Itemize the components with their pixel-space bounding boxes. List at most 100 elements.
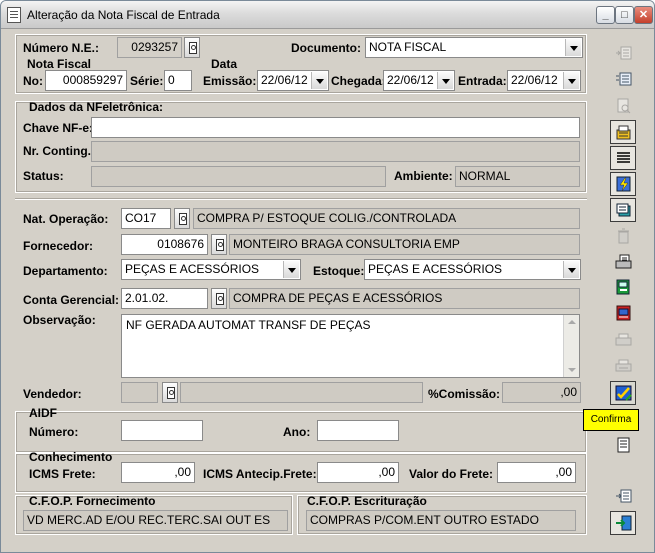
aidf-numero-label: Número: xyxy=(29,425,79,439)
chevron-down-icon[interactable] xyxy=(565,39,581,56)
chave-nfe-input[interactable] xyxy=(91,117,580,138)
vendedor-desc xyxy=(180,382,423,403)
lookup-icon[interactable] xyxy=(184,37,200,58)
itens-button[interactable] xyxy=(610,41,636,65)
lookup-icon[interactable] xyxy=(211,288,227,309)
lookup-icon[interactable] xyxy=(162,382,178,403)
contingencia-label: Nr. Conting.: xyxy=(23,144,95,158)
numero-ne-field: 0293257 xyxy=(117,37,182,58)
nat-operacao-desc: COMPRA P/ ESTOQUE COLIG./CONTROLADA xyxy=(193,208,580,229)
chevron-down-icon[interactable] xyxy=(283,261,299,278)
consulta-button[interactable] xyxy=(610,433,636,457)
maximize-button[interactable]: □ xyxy=(615,6,634,24)
exportar-icon xyxy=(616,489,632,503)
departamento-select[interactable]: PEÇAS E ACESSÓRIOS xyxy=(121,259,301,280)
chevron-down-icon[interactable] xyxy=(563,72,579,89)
vendedor-label: Vendedor: xyxy=(23,387,82,401)
exportar-button[interactable] xyxy=(610,484,636,508)
serie-label: Série: xyxy=(130,74,164,88)
documento-select[interactable]: NOTA FISCAL xyxy=(365,37,583,58)
excluir-icon xyxy=(618,228,629,244)
no-label: No: xyxy=(23,74,43,88)
scroll-down-icon[interactable] xyxy=(564,362,579,377)
emissao-value: 22/06/12 xyxy=(261,73,308,87)
chevron-down-icon[interactable] xyxy=(311,72,327,89)
print2-button[interactable] xyxy=(610,354,636,378)
conta-gerencial-code-input[interactable]: 2.01.02. xyxy=(121,288,208,309)
estoque-select[interactable]: PEÇAS E ACESSÓRIOS xyxy=(364,259,581,280)
numero-ne-label: Número N.E.: xyxy=(23,41,100,55)
duplicatas-button[interactable] xyxy=(610,67,636,91)
transferir-button[interactable] xyxy=(610,275,636,299)
status-label: Status: xyxy=(23,169,64,183)
icms-frete-label: ICMS Frete: xyxy=(29,467,96,481)
scroll-up-icon[interactable] xyxy=(564,315,579,330)
imprimir-doc-button[interactable] xyxy=(610,250,636,274)
print2-icon xyxy=(615,359,632,372)
aidf-section-label: AIDF xyxy=(29,406,57,420)
numero-nota-input[interactable]: 000859297 xyxy=(45,70,127,91)
excluir-button[interactable] xyxy=(610,224,636,248)
icms-frete-input[interactable]: ,00 xyxy=(121,462,195,483)
valor-frete-input[interactable]: ,00 xyxy=(497,462,576,483)
fornecedor-code-input[interactable]: 0108676 xyxy=(121,234,208,255)
lookup-icon[interactable] xyxy=(174,208,190,229)
confirma-icon xyxy=(615,385,632,401)
departamento-label: Departamento: xyxy=(23,264,108,278)
observacao-textarea[interactable]: NF GERADA AUTOMAT TRANSF DE PEÇAS xyxy=(121,314,580,378)
visualizar-icon xyxy=(617,98,631,114)
conhecimento-section-label: Conhecimento xyxy=(29,450,113,464)
nat-operacao-code-input[interactable]: CO17 xyxy=(121,208,171,229)
ambiente-field: NORMAL xyxy=(455,166,580,187)
observacao-text: NF GERADA AUTOMAT TRANSF DE PEÇAS xyxy=(126,318,371,332)
chevron-down-icon[interactable] xyxy=(437,72,453,89)
transferir-icon xyxy=(616,279,630,295)
chevron-down-icon[interactable] xyxy=(563,261,579,278)
aidf-numero-input[interactable] xyxy=(121,420,203,441)
emissao-label: Emissão: xyxy=(203,74,257,88)
imprimir-doc-icon xyxy=(615,254,632,269)
status-field xyxy=(91,166,386,187)
vendedor-code-input xyxy=(121,382,158,403)
impostos-icon xyxy=(616,125,631,140)
lookup-icon[interactable] xyxy=(211,234,227,255)
nat-operacao-label: Nat. Operação: xyxy=(23,212,109,226)
sair-button[interactable] xyxy=(610,511,636,535)
notas-icon xyxy=(616,203,631,217)
lista-button[interactable] xyxy=(610,146,636,170)
serie-input[interactable]: 0 xyxy=(164,70,192,91)
documento-value: NOTA FISCAL xyxy=(369,40,447,54)
sair-icon xyxy=(616,515,632,531)
emissao-date[interactable]: 22/06/12 xyxy=(257,70,329,91)
confirma-tooltip: Confirma xyxy=(583,409,639,431)
consulta-icon xyxy=(617,437,630,453)
chegada-date[interactable]: 22/06/12 xyxy=(383,70,455,91)
conta-gerencial-desc: COMPRA DE PEÇAS E ACESSÓRIOS xyxy=(229,288,580,309)
observacao-label: Observação: xyxy=(23,313,96,327)
notas-button[interactable] xyxy=(610,198,636,222)
print-button[interactable] xyxy=(610,328,636,352)
icms-antecip-input[interactable]: ,00 xyxy=(317,462,399,483)
title-bar: Alteração da Nota Fiscal de Entrada _ □ … xyxy=(1,1,654,29)
separator xyxy=(15,198,587,200)
conta-gerencial-label: Conta Gerencial: xyxy=(23,293,120,307)
itens-icon xyxy=(616,46,632,60)
lista-icon xyxy=(617,152,630,163)
close-button[interactable]: ✕ xyxy=(634,6,653,24)
processar-icon xyxy=(616,176,631,192)
icms-antecip-label: ICMS Antecip.Frete: xyxy=(203,467,317,481)
financeiro-button[interactable] xyxy=(610,301,636,325)
processar-button[interactable] xyxy=(610,172,636,196)
contingencia-field xyxy=(91,141,580,162)
aidf-ano-input[interactable] xyxy=(317,420,399,441)
scrollbar[interactable] xyxy=(563,315,579,377)
impostos-button[interactable] xyxy=(610,120,636,144)
documento-label: Documento: xyxy=(291,41,361,55)
estoque-label: Estoque: xyxy=(313,264,365,278)
minimize-button[interactable]: _ xyxy=(596,6,615,24)
confirma-button[interactable] xyxy=(610,381,636,405)
aidf-ano-label: Ano: xyxy=(283,425,311,439)
visualizar-button[interactable] xyxy=(610,94,636,118)
data-label: Data xyxy=(211,57,238,71)
entrada-date[interactable]: 22/06/12 xyxy=(507,70,581,91)
